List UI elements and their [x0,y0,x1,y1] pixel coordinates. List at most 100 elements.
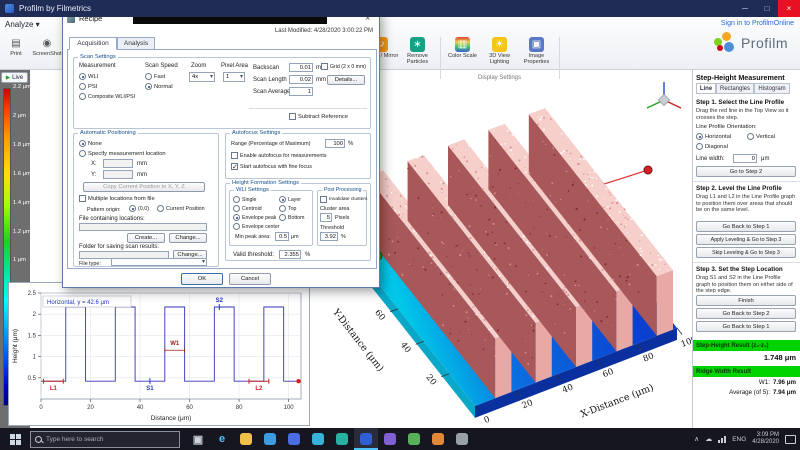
cancel-button[interactable]: Cancel [229,273,271,285]
taskbar-app-pinned-app-4[interactable] [306,428,330,450]
taskbar-app-pinned-app-7[interactable] [402,428,426,450]
taskbar-app-profilm-running[interactable] [354,428,378,450]
go-to-step2-button[interactable]: Go to Step 2 [696,166,796,177]
taskbar-app-task-view[interactable]: ▣ [186,428,210,450]
create-button[interactable]: Create... [127,233,165,243]
enable-autofocus-checkbox[interactable]: Enable autofocus for measurements [231,152,327,159]
go-back-step1-button2[interactable]: Go Back to Step 1 [696,321,796,332]
step2-text: Drag L1 and L2 in the Line Profile graph… [696,194,796,214]
taskbar-app-pinned-app-8[interactable] [426,428,450,450]
radio-normal[interactable]: Normal [145,83,173,90]
taskbar-app-pinned-app-5[interactable] [330,428,354,450]
print-button[interactable]: ▤ Print [2,37,30,74]
radio-top[interactable]: Top [279,205,296,212]
taskbar-search[interactable]: Type here to search [30,431,180,448]
analyze-menu[interactable]: Analyze ▾ [5,20,40,29]
radio-fast[interactable]: Fast [145,73,165,80]
file-locations-input[interactable] [79,223,207,231]
multiple-locations-checkbox[interactable]: Multiple locations from file [79,195,155,202]
toolbar-3d-lighting-button[interactable]: ☀ 3D View Lighting [481,37,518,74]
radio-horizontal[interactable]: Horizontal [696,133,731,140]
tab-rectangles[interactable]: Rectangles [716,83,754,94]
grid-checkbox[interactable]: Grid (2 x 0 mm) [321,63,366,70]
fine-focus-checkbox[interactable]: Start autofocus with fine focus [231,163,312,170]
subtract-reference-checkbox[interactable]: Subtract Reference [289,113,348,120]
taskbar-app-browser[interactable]: e [210,428,234,450]
skip-leveling-button[interactable]: Skip Leveling & Go to Step 3 [696,247,796,258]
zoom-dropdown[interactable]: 4x [189,72,215,82]
radio-bottom[interactable]: Bottom [279,214,304,221]
marker-label-L2[interactable]: L2 [255,386,263,392]
taskbar-app-pinned-app-1[interactable] [234,428,258,450]
profile-end-handle-2d[interactable] [296,379,300,383]
radio-envelope-center[interactable]: Envelope center [233,223,280,230]
details-button[interactable]: Details... [327,75,365,85]
backscan-input[interactable]: 0.01 [289,63,313,72]
onedrive-cloud-icon[interactable]: ☁ [705,435,712,443]
taskbar-app-pinned-app-3[interactable] [282,428,306,450]
invalidate-clusters-checkbox[interactable]: Invalidate clusters [320,196,367,203]
radio-psi[interactable]: PSI [79,83,97,90]
scan-averages-input[interactable]: 1 [289,87,313,96]
radio-none[interactable]: None [79,140,102,147]
marker-label-S2[interactable]: S2 [216,298,224,304]
network-icon[interactable] [718,436,726,443]
radio-current-position[interactable]: Current Position [157,205,205,212]
x-input[interactable] [103,159,133,168]
minimize-button[interactable]: ─ [734,0,756,17]
taskbar-app-pinned-app-2[interactable] [258,428,282,450]
radio-composite[interactable]: Composite WLI/PSI [79,93,135,100]
screenshot-button[interactable]: ◉ ScreenShot [31,37,63,74]
change-button[interactable]: Change... [169,233,207,243]
y-input[interactable] [103,170,133,179]
radio-vertical[interactable]: Vertical [747,133,775,140]
range-input[interactable]: 100 [325,139,345,148]
taskbar-app-pinned-app-6[interactable] [378,428,402,450]
taskbar-clock[interactable]: 3:09 PM 4/28/2020 [752,432,779,447]
action-center-icon[interactable] [785,435,796,444]
profile-end-handle[interactable] [644,166,652,174]
radio-specify-location[interactable]: Specify measurement location [79,150,166,157]
maximize-button[interactable]: □ [756,0,778,17]
copy-position-button[interactable]: Copy Current Position to X, Y, Z [83,182,205,192]
taskbar-app-pinned-app-9[interactable] [450,428,474,450]
window-titlebar[interactable]: Profilm by Filmetrics ─ □ × [0,0,800,17]
valid-threshold-input[interactable]: 2.355 [279,250,301,259]
apply-leveling-button[interactable]: Apply Leveling & Go to Step 3 [696,234,796,245]
pixel-area-dropdown[interactable]: 1 [223,72,245,82]
threshold-input[interactable]: 3.92 [320,232,338,241]
language-indicator[interactable]: ENG [732,436,746,443]
start-button[interactable] [0,428,30,450]
tab-acquisition[interactable]: Acquisition [69,37,117,50]
toolbar-remove-particles-button[interactable]: ∗ Remove Particles [399,37,436,74]
line-profile-panel[interactable]: 0204060801000.511.522.5Distance (μm)Heig… [8,282,310,426]
line-profile-chart[interactable]: 0204060801000.511.522.5Distance (μm)Heig… [9,283,309,425]
radio-diagonal[interactable]: Diagonal [696,143,728,150]
radio-origin-00[interactable]: (0,0) [129,205,149,212]
sign-in-link[interactable]: Sign in to ProfilmOnline [721,20,794,27]
marker-label-S1[interactable]: S1 [146,386,154,392]
toolbar-color-scale-button[interactable]: ▥ Color Scale [444,37,481,74]
tab-line[interactable]: Line [696,83,716,94]
radio-layer[interactable]: Layer [279,196,301,203]
radio-single[interactable]: Single [233,196,256,203]
scan-length-input[interactable]: 0.02 [289,75,313,84]
toolbar-image-properties-button[interactable]: ▣ Image Properties [518,37,555,74]
ok-button[interactable]: OK [181,273,223,285]
line-width-input[interactable]: 0 [733,154,757,163]
cluster-area-input[interactable]: 5 [320,213,332,222]
orientation-axes-widget[interactable] [647,82,681,108]
close-button[interactable]: × [778,0,800,17]
finish-button[interactable]: Finish [696,295,796,306]
tab-histogram[interactable]: Histogram [754,83,790,94]
radio-envelope-peak[interactable]: Envelope peak [233,214,276,221]
file-type-dropdown[interactable] [111,258,207,266]
tray-expand-icon[interactable]: ∧ [694,435,699,443]
marker-label-W1[interactable]: W1 [170,341,180,347]
radio-wli[interactable]: WLI [79,73,98,80]
min-peak-input[interactable]: 0.5 [275,232,289,241]
marker-label-L1[interactable]: L1 [50,386,58,392]
go-back-step2-button[interactable]: Go Back to Step 2 [696,308,796,319]
radio-centroid[interactable]: Centroid [233,205,262,212]
go-back-step1-button[interactable]: Go Back to Step 1 [696,221,796,232]
